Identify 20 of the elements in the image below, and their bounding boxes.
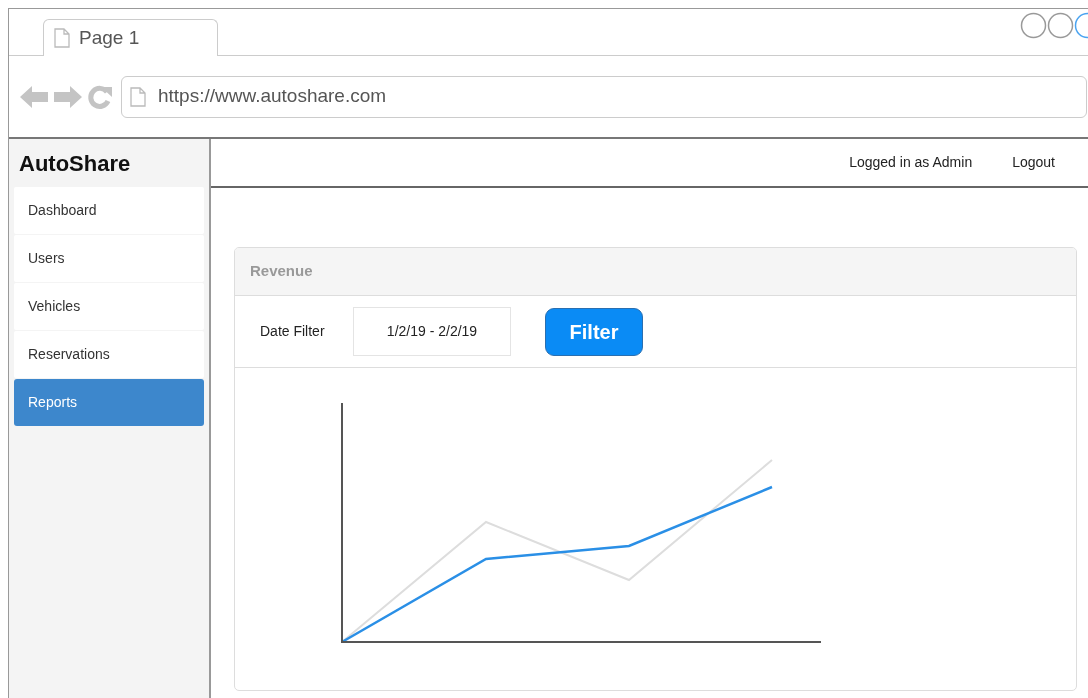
reload-icon[interactable] [87,83,113,110]
brand-title: AutoShare [19,149,131,178]
sidebar-item[interactable]: Reservations [14,331,204,378]
page-icon [54,28,70,48]
browser-tab[interactable]: Page 1 [43,19,218,56]
page-icon [130,86,146,107]
back-arrow-icon[interactable] [19,83,49,110]
sidebar-item[interactable]: Users [14,235,204,282]
date-filter-label: Date Filter [260,322,326,341]
address-bar[interactable]: https://www.autoshare.com [121,75,1087,118]
sidebar-item[interactable]: Dashboard [14,187,204,234]
sidebar-item[interactable]: Reports [14,379,204,426]
window-control-icon[interactable] [1047,12,1074,39]
sidebar-item[interactable]: Vehicles [14,283,204,330]
window-control-icon[interactable] [1020,12,1047,39]
forward-arrow-icon[interactable] [53,83,83,110]
panel-title: Revenue [250,261,313,282]
logout-link[interactable]: Logout [1012,152,1055,173]
user-status-text: Logged in as Admin [849,153,973,172]
date-range-field[interactable]: 1/2/19 - 2/2/19 [353,307,511,356]
